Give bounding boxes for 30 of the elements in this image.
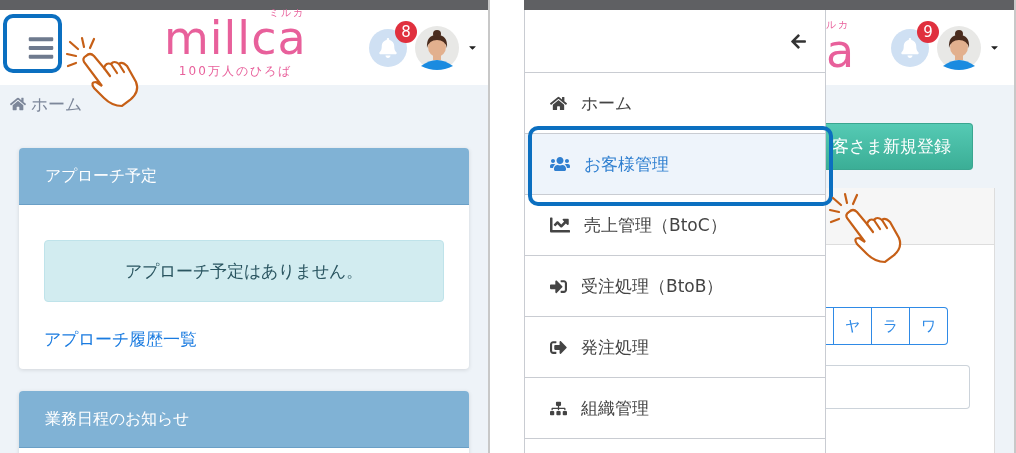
- history-link[interactable]: アプローチ履歴一覧: [44, 328, 197, 351]
- card-title: 業務日程のお知らせ: [19, 391, 469, 448]
- kana-filter-button[interactable]: ラ: [872, 307, 910, 345]
- bell-icon: [378, 37, 398, 58]
- sign-out-icon: [550, 338, 567, 356]
- kana-filter-button[interactable]: ワ: [910, 307, 948, 345]
- kana-filter-button[interactable]: ヤ: [834, 307, 872, 345]
- avatar-icon[interactable]: [937, 25, 981, 70]
- logo-kana: ルカ: [826, 17, 850, 32]
- line-chart-icon: [550, 215, 570, 235]
- home-icon: [10, 96, 26, 112]
- breadcrumb[interactable]: ホーム: [31, 92, 82, 116]
- logo-kana: ミルカ: [268, 6, 305, 19]
- logo-tagline: 100万人のひろば: [178, 63, 292, 80]
- sign-in-icon: [550, 277, 567, 295]
- register-customer-button[interactable]: 客さま新規登録: [826, 123, 973, 170]
- bell-icon: [900, 37, 920, 58]
- avatar-icon[interactable]: [415, 25, 459, 70]
- drawer-item[interactable]: お客様管理: [525, 134, 825, 195]
- empty-alert: アプローチ予定はありません。: [44, 240, 444, 302]
- kana-filter-button[interactable]: [826, 307, 834, 345]
- highlight-ring: [3, 14, 62, 73]
- card-title: アプローチ予定: [19, 148, 469, 205]
- search-field[interactable]: [826, 365, 970, 409]
- users-icon: [550, 154, 570, 174]
- back-arrow-icon[interactable]: [790, 32, 807, 50]
- notification-badge: 8: [395, 20, 417, 43]
- notification-badge: 9: [917, 20, 939, 43]
- sitemap-icon: [550, 399, 567, 417]
- home-icon: [550, 94, 567, 112]
